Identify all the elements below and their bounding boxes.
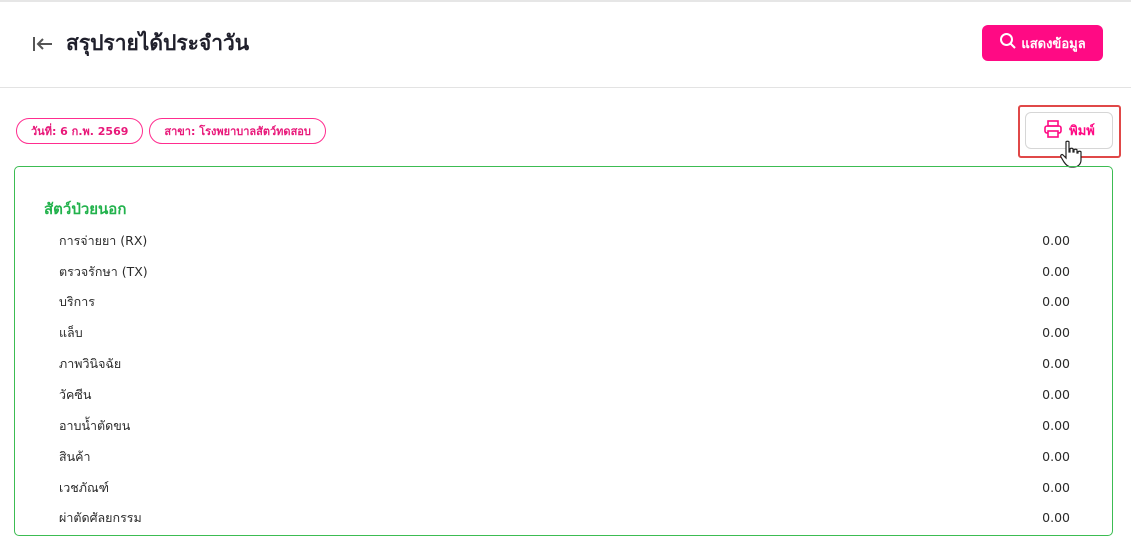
report-row: ภาพวินิจฉัย 0.00 — [59, 348, 1070, 379]
row-value: 0.00 — [1042, 325, 1070, 340]
search-icon — [999, 32, 1017, 54]
row-label: แล็บ — [59, 324, 83, 340]
row-label: อาบน้ำตัดขน — [59, 417, 131, 433]
hand-pointer-icon — [1060, 140, 1082, 168]
report-row: การจ่ายยา (RX) 0.00 — [59, 225, 1070, 256]
printer-icon — [1043, 119, 1063, 143]
date-chip: วันที่: 6 ก.พ. 2569 — [16, 118, 144, 144]
show-data-label: แสดงข้อมูล — [1021, 36, 1086, 52]
row-label: การจ่ายยา (RX) — [59, 232, 148, 248]
show-data-button[interactable]: แสดงข้อมูล — [982, 25, 1103, 61]
report-row: ตรวจรักษา (TX) 0.00 — [59, 256, 1070, 287]
report-row: วัคซีน 0.00 — [59, 379, 1070, 410]
report-row: เวชภัณฑ์ 0.00 — [59, 472, 1070, 503]
report-row: สินค้า 0.00 — [59, 441, 1070, 472]
report-row: อาบน้ำตัดขน 0.00 — [59, 410, 1070, 441]
section-title: สัตว์ป่วยนอก — [44, 200, 127, 218]
row-value: 0.00 — [1042, 480, 1070, 495]
row-value: 0.00 — [1042, 294, 1070, 309]
row-value: 0.00 — [1042, 418, 1070, 433]
branch-chip: สาขา: โรงพยาบาลสัตว์ทดสอบ — [149, 118, 326, 144]
print-label: พิมพ์ — [1069, 124, 1095, 139]
filter-chips: วันที่: 6 ก.พ. 2569 สาขา: โรงพยาบาลสัตว์… — [16, 118, 326, 144]
row-value: 0.00 — [1042, 264, 1070, 279]
row-label: ภาพวินิจฉัย — [59, 355, 122, 371]
row-value: 0.00 — [1042, 449, 1070, 464]
row-value: 0.00 — [1042, 356, 1070, 371]
row-label: บริการ — [59, 293, 95, 309]
row-label: วัคซีน — [59, 386, 92, 402]
report-row: บริการ 0.00 — [59, 286, 1070, 317]
report-panel: สัตว์ป่วยนอก การจ่ายยา (RX) 0.00 ตรวจรัก… — [14, 166, 1113, 536]
row-label: สินค้า — [59, 448, 91, 464]
arrow-left-to-bar-icon[interactable] — [32, 35, 54, 53]
page-title: สรุปรายได้ประจำวัน — [66, 31, 250, 55]
row-value: 0.00 — [1042, 387, 1070, 402]
row-label: ตรวจรักษา (TX) — [59, 263, 148, 279]
row-value: 0.00 — [1042, 233, 1070, 248]
row-label: เวชภัณฑ์ — [59, 479, 109, 495]
report-row: แล็บ 0.00 — [59, 317, 1070, 348]
page-header: สรุปรายได้ประจำวัน แสดงข้อมูล — [0, 2, 1131, 88]
